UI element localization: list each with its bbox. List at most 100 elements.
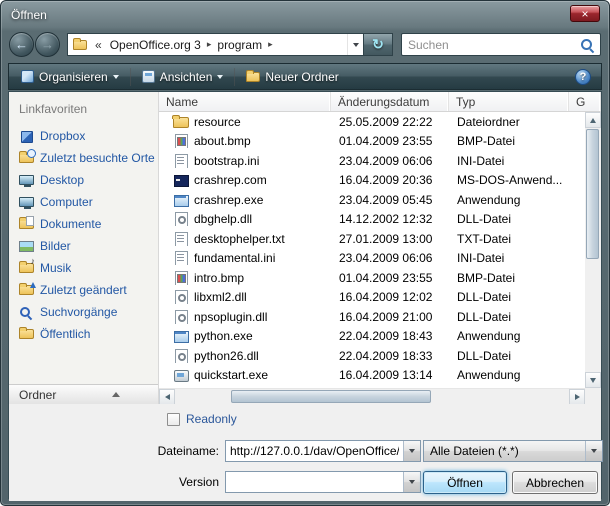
readonly-checkbox-row[interactable]: Readonly <box>167 412 237 426</box>
search-box[interactable] <box>401 33 601 56</box>
scroll-left-button[interactable] <box>159 389 175 405</box>
breadcrumb[interactable]: « OpenOffice.org 3 ▸ program ▸ <box>67 33 363 56</box>
chevron-down-icon <box>217 75 223 79</box>
titlebar[interactable]: Öffnen × <box>1 1 609 29</box>
file-row-quickstart-exe[interactable]: quickstart.exe 16.04.2009 13:14 Anwendun… <box>159 366 585 386</box>
open-button[interactable]: Öffnen <box>423 471 507 494</box>
filetype-dropdown-button[interactable] <box>585 441 602 461</box>
file-row-bootstrap-ini[interactable]: bootstrap.ini 23.04.2009 06:06 INI-Datei <box>159 151 585 171</box>
back-button[interactable]: ← <box>9 32 34 57</box>
file-date-cell: 16.04.2009 13:14 <box>331 368 449 382</box>
folders-expander[interactable]: Ordner <box>9 384 158 404</box>
dll-file-icon <box>173 310 188 324</box>
vertical-scroll-thumb[interactable] <box>586 129 599 259</box>
filename-input[interactable] <box>226 441 403 461</box>
search-input[interactable] <box>408 38 580 52</box>
file-row-crashrep-exe[interactable]: crashrep.exe 23.04.2009 05:45 Anwendung <box>159 190 585 210</box>
breadcrumb-item-program[interactable]: program <box>212 38 267 52</box>
sidebar-item-dropbox[interactable]: Dropbox <box>9 125 158 147</box>
file-type-cell: BMP-Datei <box>449 134 569 148</box>
folders-label: Ordner <box>19 388 56 402</box>
file-type-cell: DLL-Datei <box>449 349 569 363</box>
scroll-down-button[interactable] <box>585 372 601 388</box>
sidebar-item-computer[interactable]: Computer <box>9 191 158 213</box>
version-dropdown-button[interactable] <box>403 472 420 492</box>
organize-button[interactable]: Organisieren <box>12 65 128 88</box>
sidebar-item-label: Öffentlich <box>40 327 90 341</box>
back-arrow-icon: ← <box>15 37 28 52</box>
sidebar-item--ffentlich[interactable]: Öffentlich <box>9 323 158 345</box>
file-name-cell: desktophelper.txt <box>159 232 331 246</box>
organize-icon <box>21 70 34 83</box>
column-header-size[interactable]: G <box>569 92 601 111</box>
file-row-about-bmp[interactable]: about.bmp 01.04.2009 23:55 BMP-Datei <box>159 132 585 152</box>
favorites-header: Linkfavoriten <box>9 98 158 125</box>
file-row-fundamental-ini[interactable]: fundamental.ini 23.04.2009 06:06 INI-Dat… <box>159 249 585 269</box>
file-row-python26-dll[interactable]: python26.dll 22.04.2009 18:33 DLL-Datei <box>159 346 585 366</box>
filename-combo[interactable] <box>225 440 421 462</box>
filename-dropdown-button[interactable] <box>403 441 420 461</box>
dll-file-icon <box>173 212 188 226</box>
file-name-cell: libxml2.dll <box>159 290 331 304</box>
quickstart-file-icon <box>173 368 188 382</box>
column-header-date[interactable]: Änderungsdatum <box>331 92 449 111</box>
file-row-crashrep-com[interactable]: crashrep.com 16.04.2009 20:36 MS-DOS-Anw… <box>159 171 585 191</box>
vertical-scrollbar[interactable] <box>585 112 601 388</box>
file-name: python.exe <box>194 329 253 343</box>
chevron-down-icon <box>591 449 597 453</box>
close-button[interactable]: × <box>570 5 600 22</box>
readonly-checkbox[interactable] <box>167 413 180 426</box>
refresh-button[interactable]: ↻ <box>363 33 393 56</box>
version-combo[interactable] <box>225 471 421 493</box>
app-file-icon <box>173 193 188 207</box>
file-date-cell: 22.04.2009 18:43 <box>331 329 449 343</box>
file-list: resource 25.05.2009 22:22 Dateiordner ab… <box>159 112 585 388</box>
file-date-cell: 23.04.2009 06:06 <box>331 251 449 265</box>
file-name-cell: fundamental.ini <box>159 251 331 265</box>
file-row-npsoplugin-dll[interactable]: npsoplugin.dll 16.04.2009 21:00 DLL-Date… <box>159 307 585 327</box>
new-folder-button[interactable]: Neuer Ordner <box>237 65 347 88</box>
breadcrumb-overflow[interactable]: « <box>92 38 105 52</box>
help-button[interactable]: ? <box>575 69 591 85</box>
file-date-cell: 23.04.2009 05:45 <box>331 193 449 207</box>
sidebar-item-desktop[interactable]: Desktop <box>9 169 158 191</box>
version-label: Version <box>9 471 219 493</box>
file-name-cell: intro.bmp <box>159 271 331 285</box>
horizontal-scrollbar[interactable] <box>159 388 585 404</box>
sidebar-item-musik[interactable]: Musik <box>9 257 158 279</box>
sidebar-item-suchvorg-nge[interactable]: Suchvorgänge <box>9 301 158 323</box>
sidebar-item-zuletzt-besuchte-orte[interactable]: Zuletzt besuchte Orte <box>9 147 158 169</box>
file-row-resource[interactable]: resource 25.05.2009 22:22 Dateiordner <box>159 112 585 132</box>
forward-button[interactable]: → <box>35 32 60 57</box>
breadcrumb-dropdown-button[interactable] <box>347 34 363 55</box>
ini-file-icon <box>173 251 188 265</box>
breadcrumb-item-openoffice[interactable]: OpenOffice.org 3 <box>105 38 206 52</box>
file-name: intro.bmp <box>194 271 244 285</box>
file-row-python-exe[interactable]: python.exe 22.04.2009 18:43 Anwendung <box>159 327 585 347</box>
file-row-dbghelp-dll[interactable]: dbghelp.dll 14.12.2002 12:32 DLL-Datei <box>159 210 585 230</box>
file-type-cell: INI-Datei <box>449 154 569 168</box>
file-row-desktophelper-txt[interactable]: desktophelper.txt 27.01.2009 13:00 TXT-D… <box>159 229 585 249</box>
horizontal-scroll-thumb[interactable] <box>231 390 431 403</box>
sidebar-item-dokumente[interactable]: Dokumente <box>9 213 158 235</box>
scroll-up-button[interactable] <box>585 112 601 128</box>
breadcrumb-separator-icon: ▸ <box>267 39 274 50</box>
documents-icon <box>19 219 34 229</box>
filetype-combo[interactable]: Alle Dateien (*.*) <box>423 440 603 462</box>
command-bar: Organisieren Ansichten Neuer Ordner ? <box>8 63 602 90</box>
sidebar-item-label: Dropbox <box>40 129 85 143</box>
file-type-cell: BMP-Datei <box>449 271 569 285</box>
bmp-file-icon <box>173 134 188 148</box>
file-row-libxml2-dll[interactable]: libxml2.dll 16.04.2009 12:02 DLL-Datei <box>159 288 585 308</box>
file-row-intro-bmp[interactable]: intro.bmp 01.04.2009 23:55 BMP-Datei <box>159 268 585 288</box>
new-folder-icon <box>246 72 260 82</box>
sidebar-item-zuletzt-ge-ndert[interactable]: Zuletzt geändert <box>9 279 158 301</box>
cancel-button[interactable]: Abbrechen <box>512 471 598 494</box>
column-header-name[interactable]: Name <box>159 92 331 111</box>
views-icon <box>142 70 155 83</box>
scroll-right-button[interactable] <box>569 389 585 405</box>
file-name-cell: dbghelp.dll <box>159 212 331 226</box>
views-button[interactable]: Ansichten <box>133 65 233 88</box>
column-header-type[interactable]: Typ <box>449 92 569 111</box>
sidebar-item-bilder[interactable]: Bilder <box>9 235 158 257</box>
